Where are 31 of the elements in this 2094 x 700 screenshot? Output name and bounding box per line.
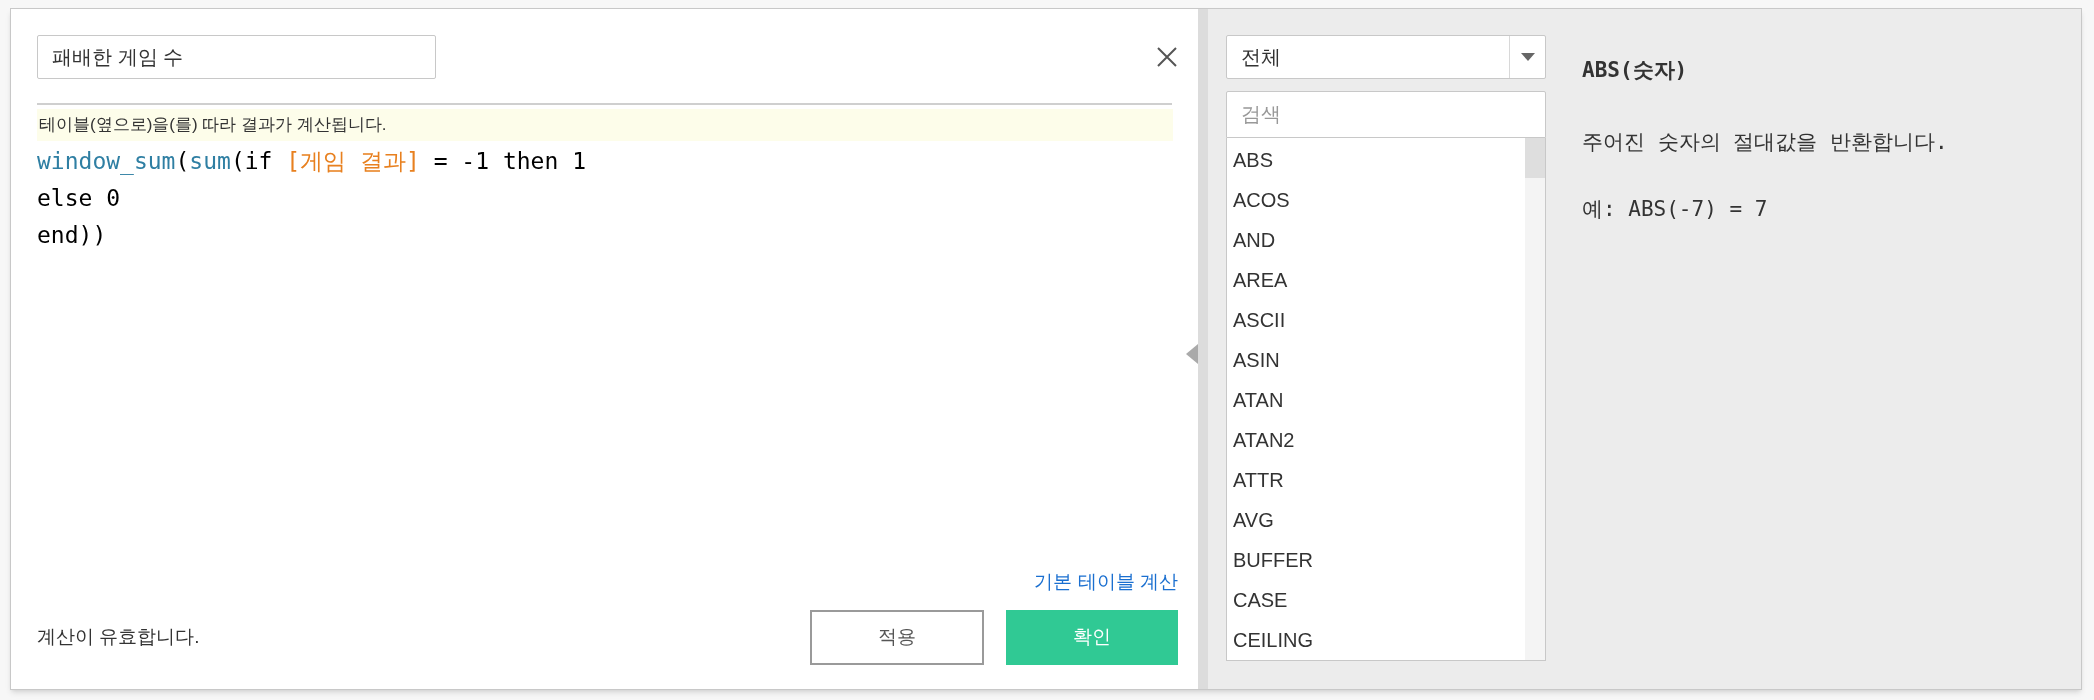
apply-button[interactable]: 적용 bbox=[810, 610, 984, 665]
function-list-item[interactable]: AVG bbox=[1227, 500, 1525, 540]
function-list-item[interactable]: CEILING bbox=[1227, 620, 1525, 660]
function-list-item[interactable]: BUFFER bbox=[1227, 540, 1525, 580]
code-line: else 0 bbox=[37, 184, 121, 213]
function-list-item[interactable]: CASE bbox=[1227, 580, 1525, 620]
function-description: 주어진 숫자의 절대값을 반환합니다. bbox=[1582, 128, 1948, 156]
close-icon[interactable] bbox=[1156, 46, 1178, 68]
collapse-arrow-icon[interactable] bbox=[1186, 344, 1198, 364]
function-list-item[interactable]: ASIN bbox=[1227, 340, 1525, 380]
function-list-item[interactable]: ACOS bbox=[1227, 180, 1525, 220]
code-line: end)) bbox=[37, 221, 107, 250]
calculation-name-field[interactable]: 패배한 게임 수 bbox=[37, 35, 436, 79]
function-list-item[interactable]: ATAN bbox=[1227, 380, 1525, 420]
function-list-item[interactable]: ABS bbox=[1227, 140, 1525, 180]
function-list-item[interactable]: AND bbox=[1227, 220, 1525, 260]
default-table-calculation-link[interactable]: 기본 테이블 계산 bbox=[1034, 567, 1178, 596]
category-dropdown[interactable]: 전체 bbox=[1226, 35, 1546, 79]
function-list-item[interactable]: ASCII bbox=[1227, 300, 1525, 340]
function-list-item[interactable]: AREA bbox=[1227, 260, 1525, 300]
validation-status: 계산이 유효합니다. bbox=[37, 625, 200, 650]
function-example: 예: ABS(-7) = 7 bbox=[1582, 196, 1769, 223]
function-search-field[interactable]: 검색 bbox=[1226, 91, 1546, 138]
formula-editor[interactable]: window_sum(sum(if [게임 결과] = -1 then 1 else 0 end)) bbox=[37, 143, 1172, 254]
dropdown-caret-icon bbox=[1520, 53, 1535, 61]
function-signature: ABS(숫자) bbox=[1582, 57, 1689, 84]
function-list-item[interactable]: ATAN2 bbox=[1227, 420, 1525, 460]
scrollbar[interactable] bbox=[1525, 138, 1545, 660]
code-line: window_sum(sum(if [게임 결과] = -1 then 1 bbox=[37, 147, 586, 177]
hint-text: 테이블(옆으로)을(를) 따라 결과가 계산됩니다. bbox=[37, 109, 1173, 141]
function-list-item[interactable]: ATTR bbox=[1227, 460, 1525, 500]
